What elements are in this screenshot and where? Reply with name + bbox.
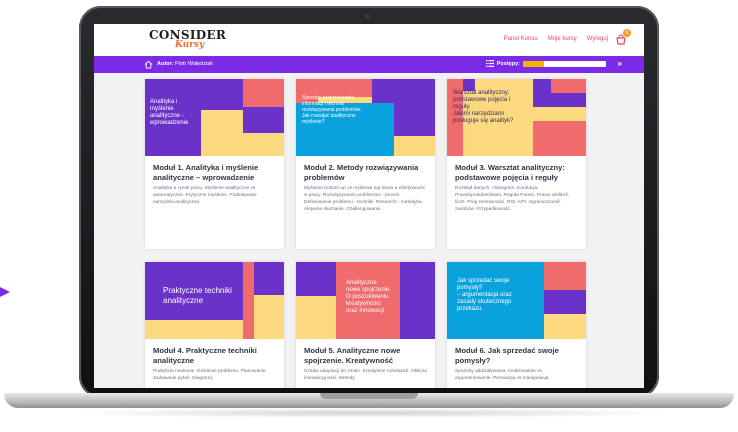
module-title[interactable]: Moduł 5. Analityczne nowe spojrzenie. Kr…: [296, 339, 435, 368]
course-bar: Autor: Piotr Wałędziak Postępy: »: [94, 56, 644, 73]
author-label: Autor:: [157, 61, 174, 67]
module-description: Sposoby oddziaływania. Analizowanie vs a…: [455, 369, 550, 381]
module-thumbnail: Sposoby przetwarzania informacji i techn…: [296, 79, 435, 156]
module-thumbnail: Jak sprzedać swoje pomysły? – argumentac…: [447, 262, 586, 339]
progress-area: Postępy:: [485, 60, 606, 67]
module-thumb-text: Jak sprzedać swoje pomysły? – argumentac…: [457, 278, 512, 312]
brand-sub: Kursy: [175, 40, 205, 50]
module-thumb-text: Analityczne nowe spojrzenie. O poszukiwa…: [346, 280, 392, 314]
top-header: CONSIDER Kursy Panel Konsu Moje kursy Wy…: [94, 24, 644, 56]
module-thumbnail: Warsztat analityczny: podstawowe pojęcia…: [447, 79, 586, 156]
progress-label: Postępy:: [496, 60, 520, 67]
laptop-notch: [320, 393, 418, 399]
home-icon[interactable]: [144, 60, 153, 69]
module-card[interactable]: Sposoby przetwarzania informacji i techn…: [296, 79, 435, 249]
cart-count-badge: 0: [623, 29, 631, 37]
cart-button[interactable]: 0: [615, 29, 631, 45]
module-description: Rozkład danych - histogram. Korelacja. P…: [455, 186, 569, 212]
laptop-lid: CONSIDER Kursy Panel Konsu Moje kursy Wy…: [79, 6, 659, 398]
module-thumbnail: Praktyczne techniki analityczne: [145, 262, 284, 339]
nav-logout-link[interactable]: Wyloguj: [587, 36, 608, 42]
nav-panel-link[interactable]: Panel Konsu: [504, 36, 538, 42]
module-card[interactable]: Praktyczne techniki analityczne Moduł 4.…: [145, 262, 284, 388]
chevron-right-icon[interactable]: »: [618, 59, 622, 68]
module-description: Analityka a rynek pracy. Myślenie analit…: [153, 186, 257, 205]
camera-icon: [365, 14, 370, 19]
module-thumb-text: Praktyczne techniki analityczne: [163, 286, 232, 305]
module-thumb-text: Warsztat analityczny: podstawowe pojęcia…: [453, 90, 514, 124]
module-card[interactable]: Warsztat analityczny: podstawowe pojęcia…: [447, 79, 586, 249]
module-description: Myślenie bottom-up vs myślenie top-down …: [304, 186, 426, 212]
brand-logo[interactable]: CONSIDER Kursy: [149, 29, 226, 50]
module-title[interactable]: Moduł 6. Jak sprzedać swoje pomysły?: [447, 339, 586, 368]
module-card[interactable]: Analityka i myślenie analityczne - wprow…: [145, 79, 284, 249]
module-title[interactable]: Moduł 2. Metody rozwiązywania problemów: [296, 156, 435, 185]
module-thumbnail: Analityka i myślenie analityczne - wprow…: [145, 79, 284, 156]
top-nav: Panel Konsu Moje kursy Wyloguj: [504, 36, 608, 42]
progress-bar: [523, 60, 606, 67]
laptop-shadow: [60, 408, 680, 418]
author-line: Autor: Piotr Wałędziak: [157, 61, 213, 67]
module-description: Sztuka adaptacji do zmian. Kreatywne roz…: [304, 369, 427, 381]
module-thumb-text: Sposoby przetwarzania informacji i techn…: [302, 95, 362, 125]
module-thumb-text: Analityka i myślenie analityczne - wprow…: [150, 99, 189, 126]
laptop-base: [4, 393, 734, 408]
module-title[interactable]: Moduł 4. Praktyczne techniki analityczne: [145, 339, 284, 368]
laptop-mockup: CONSIDER Kursy Panel Konsu Moje kursy Wy…: [0, 0, 738, 432]
author-name: Piotr Wałędziak: [175, 61, 214, 67]
module-card[interactable]: Analityczne nowe spojrzenie. O poszukiwa…: [296, 262, 435, 388]
module-card[interactable]: Jak sprzedać swoje pomysły? – argumentac…: [447, 262, 586, 388]
nav-my-courses-link[interactable]: Moje kursy: [548, 36, 577, 42]
progress-bar-fill: [523, 60, 544, 67]
side-arrow-icon: [0, 287, 10, 297]
module-thumbnail: Analityczne nowe spojrzenie. O poszukiwa…: [296, 262, 435, 339]
module-title[interactable]: Moduł 1. Analityka i myślenie analityczn…: [145, 156, 284, 185]
module-description: Podejście naukowe. Dzielenie problemu. P…: [153, 369, 267, 381]
list-icon: [485, 60, 494, 67]
module-title[interactable]: Moduł 3. Warsztat analityczny: podstawow…: [447, 156, 586, 185]
screen: CONSIDER Kursy Panel Konsu Moje kursy Wy…: [94, 24, 644, 388]
